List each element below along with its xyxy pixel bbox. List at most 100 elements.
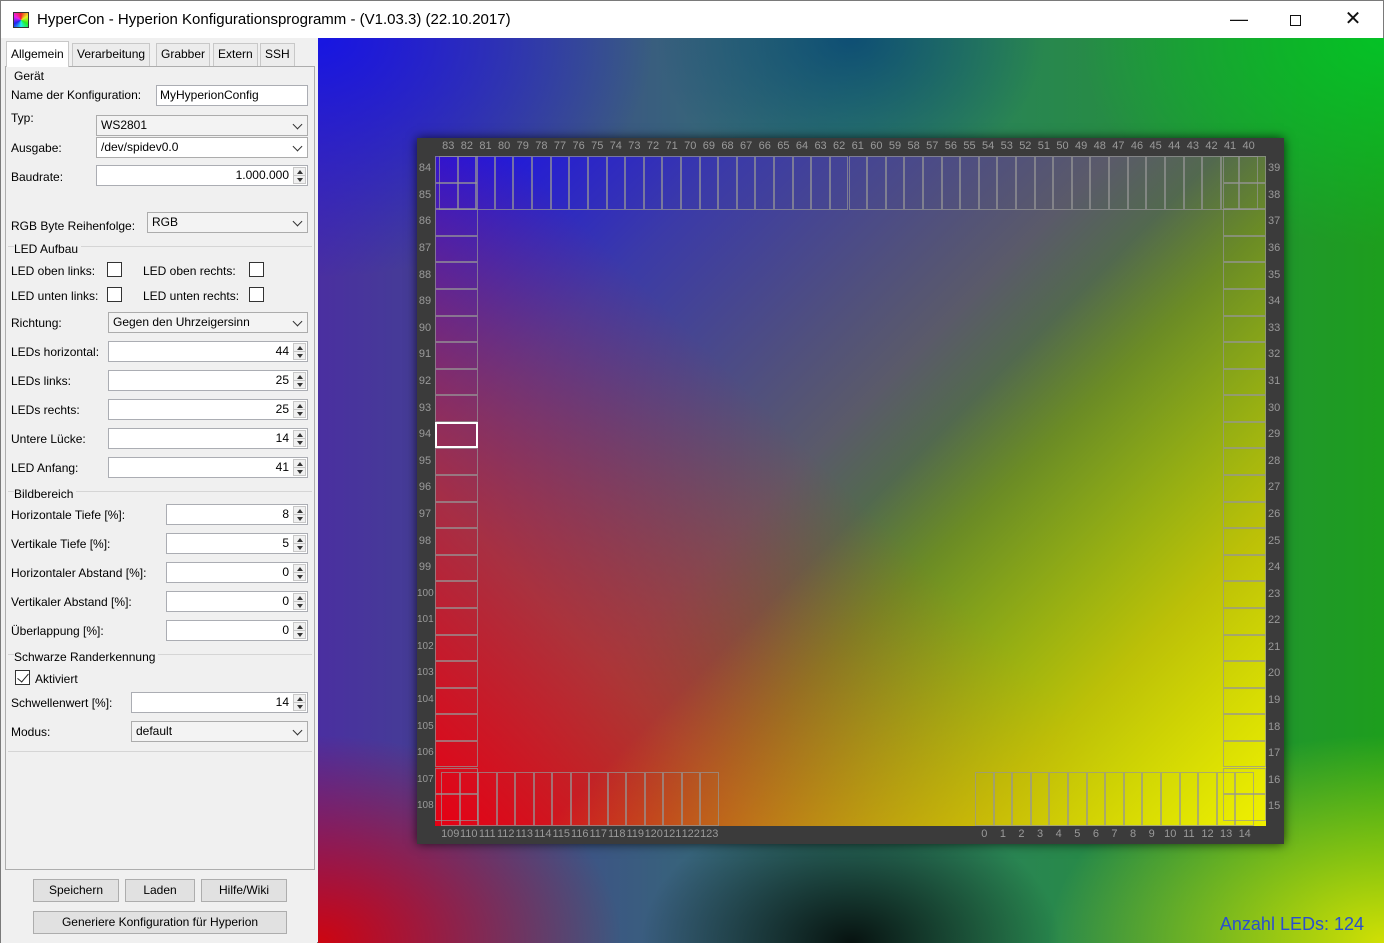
- led-index-bottom: 10: [1164, 828, 1177, 840]
- leds-rechts-spinner[interactable]: 25: [108, 399, 308, 420]
- oben-links-checkbox[interactable]: [107, 262, 122, 277]
- led-index-top: 52: [1019, 140, 1032, 152]
- leds-horizontal-spinner[interactable]: 44: [108, 341, 308, 362]
- led-index-top: 72: [646, 140, 660, 152]
- tab-verarbeitung[interactable]: Verarbeitung: [72, 43, 151, 67]
- led-cell: [1109, 156, 1128, 210]
- spin-down-icon[interactable]: [293, 514, 306, 523]
- spin-down-icon[interactable]: [293, 572, 306, 581]
- led-index-bottom: 111: [478, 828, 496, 840]
- horizontale-tiefe-spinner[interactable]: 8: [166, 504, 308, 525]
- led-index-top: 47: [1112, 140, 1125, 152]
- spin-down-icon[interactable]: [293, 438, 306, 447]
- rgb-order-select[interactable]: RGB: [147, 212, 308, 233]
- led-cell: [997, 156, 1017, 210]
- modus-select[interactable]: default: [131, 721, 308, 742]
- typ-select[interactable]: WS2801: [96, 115, 308, 136]
- led-cell: [1012, 772, 1031, 826]
- led-cell: [680, 156, 700, 210]
- led-index-top: 80: [498, 140, 511, 152]
- laden-button[interactable]: Laden: [125, 879, 195, 902]
- vertikale-tiefe-spinner[interactable]: 5: [166, 533, 308, 554]
- led-index-bottom: 117: [589, 828, 608, 840]
- tab-ssh[interactable]: SSH: [260, 43, 295, 67]
- led-index-bottom: 119: [626, 828, 645, 840]
- led-index-right: 37: [1268, 215, 1281, 228]
- led-cell: [626, 772, 645, 826]
- chevron-down-icon: [292, 316, 303, 327]
- ausgabe-select[interactable]: /dev/spidev0.0: [96, 137, 308, 158]
- spin-down-icon[interactable]: [293, 630, 306, 639]
- spin-down-icon[interactable]: [293, 409, 306, 418]
- generiere-konfiguration-button[interactable]: Generiere Konfiguration für Hyperion: [33, 911, 287, 934]
- tab-grabber[interactable]: Grabber: [156, 43, 211, 67]
- baudrate-spinner[interactable]: 1.000.000: [96, 165, 308, 186]
- spin-down-icon[interactable]: [293, 702, 306, 711]
- led-index-left: 95: [418, 454, 432, 467]
- schwellenwert-spinner[interactable]: 14: [131, 692, 308, 713]
- chevron-down-icon: [292, 725, 303, 736]
- aktiviert-checkbox[interactable]: [15, 670, 30, 685]
- richtung-select[interactable]: Gegen den Uhrzeigersinn: [108, 312, 308, 333]
- rgb-label: RGB Byte Reihenfolge:: [11, 219, 136, 233]
- tab-extern[interactable]: Extern: [213, 43, 258, 67]
- led-cell: [435, 661, 478, 688]
- unten-rechts-checkbox[interactable]: [249, 287, 264, 302]
- led-index-bottom: 118: [607, 828, 626, 840]
- led-cell-selected: [435, 421, 478, 449]
- led-index-bottom: 7: [1111, 828, 1118, 840]
- led-cell: [699, 156, 719, 210]
- led-index-top: 61: [851, 140, 864, 152]
- spin-down-icon[interactable]: [293, 175, 306, 184]
- close-button[interactable]: ✕: [1324, 1, 1382, 38]
- hilfe-wiki-button[interactable]: Hilfe/Wiki: [201, 879, 287, 902]
- led-cell: [978, 156, 998, 210]
- speichern-button[interactable]: Speichern: [33, 879, 119, 902]
- led-index-top: 57: [926, 140, 939, 152]
- led-index-top: 73: [628, 140, 641, 152]
- led-preview: 83 82 81 80 79 78 77 76 75 74 73 72 71 70 69 68 67 66 65 64…: [318, 38, 1384, 943]
- tab-allgemein[interactable]: Allgemein: [6, 41, 69, 67]
- led-index-top: 54: [981, 140, 995, 152]
- led-cell: [1142, 772, 1161, 826]
- ueberlappung-value: 0: [282, 623, 289, 637]
- led-index-top: 83: [442, 140, 455, 152]
- schwelle-label: Schwellenwert [%]:: [11, 696, 113, 710]
- led-cell: [700, 772, 719, 826]
- led-index-bottom: 121: [663, 828, 682, 840]
- led-cell: [478, 772, 497, 826]
- unten-links-checkbox[interactable]: [107, 287, 122, 302]
- ueberlappung-spinner[interactable]: 0: [166, 620, 308, 641]
- horizontaler-abstand-spinner[interactable]: 0: [166, 562, 308, 583]
- config-name-input[interactable]: MyHyperionConfig: [156, 85, 308, 106]
- untere-luecke-value: 14: [275, 431, 289, 445]
- vertikaler-abstand-spinner[interactable]: 0: [166, 591, 308, 612]
- led-index-left: 108: [417, 800, 434, 812]
- untere-luecke-spinner[interactable]: 14: [108, 428, 308, 449]
- led-index-top: 77: [553, 140, 567, 152]
- led-index-top: 63: [814, 140, 827, 152]
- oben-rechts-checkbox[interactable]: [249, 262, 264, 277]
- spin-down-icon[interactable]: [293, 351, 306, 360]
- led-index-right: 20: [1268, 667, 1281, 680]
- led-index-bottom: 12: [1201, 828, 1214, 840]
- led-index-top: 64: [795, 140, 809, 152]
- spin-down-icon[interactable]: [293, 380, 306, 389]
- leds-links-spinner[interactable]: 25: [108, 370, 308, 391]
- maximize-button[interactable]: [1266, 1, 1324, 38]
- spin-down-icon[interactable]: [293, 467, 306, 476]
- oben-rechts-label: LED oben rechts:: [143, 264, 236, 278]
- aktiviert-label: Aktiviert: [35, 672, 78, 686]
- led-cell: [494, 156, 514, 210]
- led-cell: [435, 235, 478, 263]
- horizontale-tiefe-value: 8: [282, 507, 289, 521]
- spin-down-icon[interactable]: [293, 543, 306, 552]
- minimize-button[interactable]: —: [1210, 1, 1268, 38]
- led-index-right: 18: [1268, 720, 1281, 733]
- led-index-left: 106: [417, 747, 434, 759]
- unten-rechts-label: LED unten rechts:: [143, 289, 240, 303]
- spin-down-icon[interactable]: [293, 601, 306, 610]
- led-cell: [1223, 714, 1266, 741]
- led-anfang-spinner[interactable]: 41: [108, 457, 308, 478]
- led-cell: [792, 156, 812, 210]
